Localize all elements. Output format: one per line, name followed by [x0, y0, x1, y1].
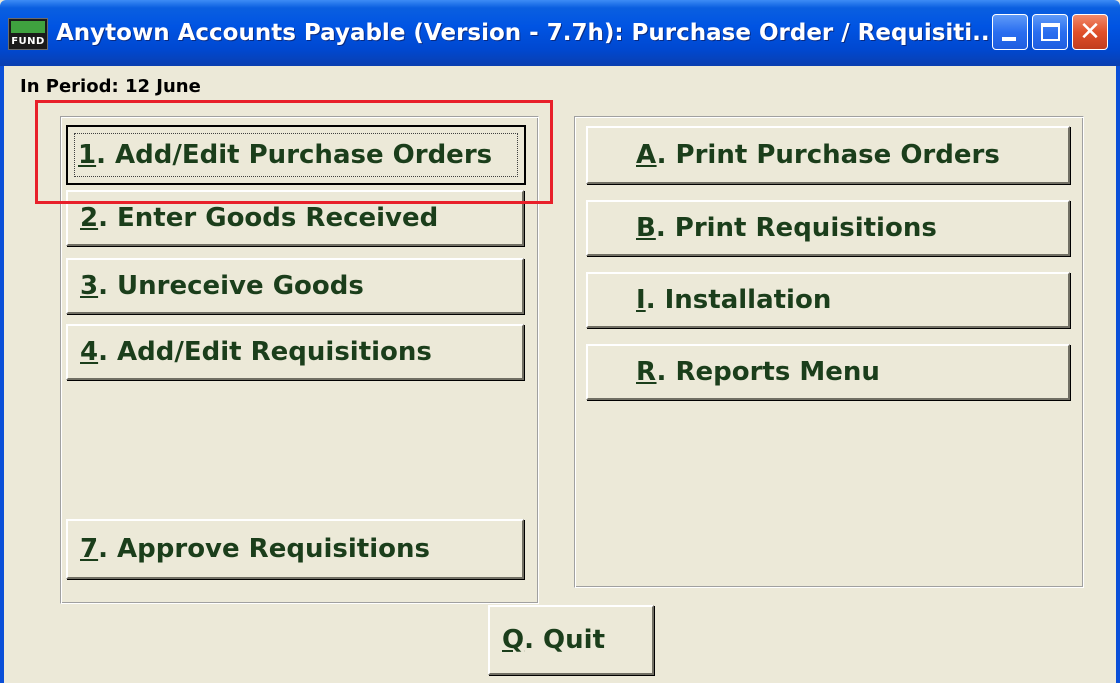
hotkey: 2: [80, 203, 99, 233]
close-icon: ✕: [1079, 17, 1101, 47]
hotkey: Q: [502, 625, 525, 655]
maximize-button[interactable]: [1032, 14, 1068, 50]
app-icon-label: FUND: [11, 36, 45, 47]
title-bar[interactable]: FUND Anytown Accounts Payable (Version -…: [0, 0, 1120, 66]
button-label: . Print Purchase Orders: [656, 140, 1000, 170]
highlight-box: [35, 100, 553, 204]
hotkey: A: [636, 140, 657, 170]
hotkey: I: [636, 285, 646, 315]
app-icon: FUND: [8, 18, 48, 50]
maximize-icon: [1041, 23, 1060, 41]
app-window: FUND Anytown Accounts Payable (Version -…: [0, 0, 1120, 683]
button-label: . Quit: [524, 625, 605, 655]
app-icon-top: [11, 21, 45, 33]
button-label: . Enter Goods Received: [98, 203, 439, 233]
hotkey: B: [636, 213, 656, 243]
hotkey: 7: [80, 534, 99, 564]
button-label: . Approve Requisitions: [98, 534, 430, 564]
hotkey: 4: [80, 337, 99, 367]
quit-button[interactable]: Q. Quit: [488, 605, 654, 675]
print-requisitions-button[interactable]: B. Print Requisitions: [586, 200, 1070, 256]
button-label: . Unreceive Goods: [98, 271, 364, 301]
minimize-button[interactable]: [992, 14, 1028, 50]
window-frame-right: [1116, 66, 1120, 683]
button-label: . Reports Menu: [656, 357, 880, 387]
button-label: . Print Requisitions: [655, 213, 937, 243]
window-title: Anytown Accounts Payable (Version - 7.7h…: [56, 20, 999, 46]
approve-requisitions-button[interactable]: 7. Approve Requisitions: [66, 519, 524, 579]
button-label: . Add/Edit Requisitions: [98, 337, 432, 367]
window-frame-left: [0, 66, 4, 683]
button-label: . Installation: [645, 285, 832, 315]
reports-menu-button[interactable]: R. Reports Menu: [586, 344, 1070, 400]
hotkey: 3: [80, 271, 99, 301]
period-label: In Period: 12 June: [20, 76, 201, 97]
unreceive-goods-button[interactable]: 3. Unreceive Goods: [66, 258, 524, 314]
add-edit-requisitions-button[interactable]: 4. Add/Edit Requisitions: [66, 324, 524, 380]
hotkey: R: [636, 357, 657, 387]
installation-button[interactable]: I. Installation: [586, 272, 1070, 328]
close-button[interactable]: ✕: [1072, 14, 1108, 50]
print-purchase-orders-button[interactable]: A. Print Purchase Orders: [586, 126, 1070, 184]
minimize-icon: [1002, 37, 1016, 41]
